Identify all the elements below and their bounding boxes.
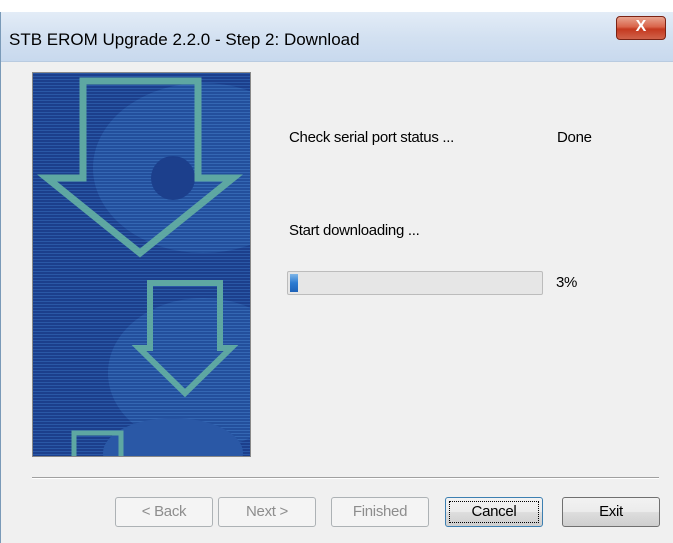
window-title: STB EROM Upgrade 2.2.0 - Step 2: Downloa… <box>9 30 360 49</box>
finished-button[interactable]: Finished <box>331 497 429 527</box>
close-button[interactable]: X <box>616 16 666 40</box>
check-serial-result: Done <box>557 129 592 146</box>
download-progress-bar <box>287 271 543 295</box>
exit-button[interactable]: Exit <box>562 497 660 527</box>
back-button[interactable]: < Back <box>115 497 213 527</box>
cancel-button[interactable]: Cancel <box>445 497 543 527</box>
download-arrows-graphic <box>33 73 250 456</box>
next-button[interactable]: Next > <box>218 497 316 527</box>
wizard-window: STB EROM Upgrade 2.2.0 - Step 2: Downloa… <box>0 12 673 543</box>
focus-indicator <box>449 501 539 523</box>
progress-fill <box>290 274 298 292</box>
title-bar[interactable]: STB EROM Upgrade 2.2.0 - Step 2: Downloa… <box>1 12 673 62</box>
progress-percent: 3% <box>556 274 578 291</box>
download-label: Start downloading ... <box>289 222 420 239</box>
close-icon: X <box>635 18 647 35</box>
wizard-body: Check serial port status ... Done Start … <box>7 62 673 543</box>
button-separator <box>32 477 659 479</box>
check-serial-label: Check serial port status ... <box>289 129 455 146</box>
wizard-side-image <box>32 72 251 457</box>
